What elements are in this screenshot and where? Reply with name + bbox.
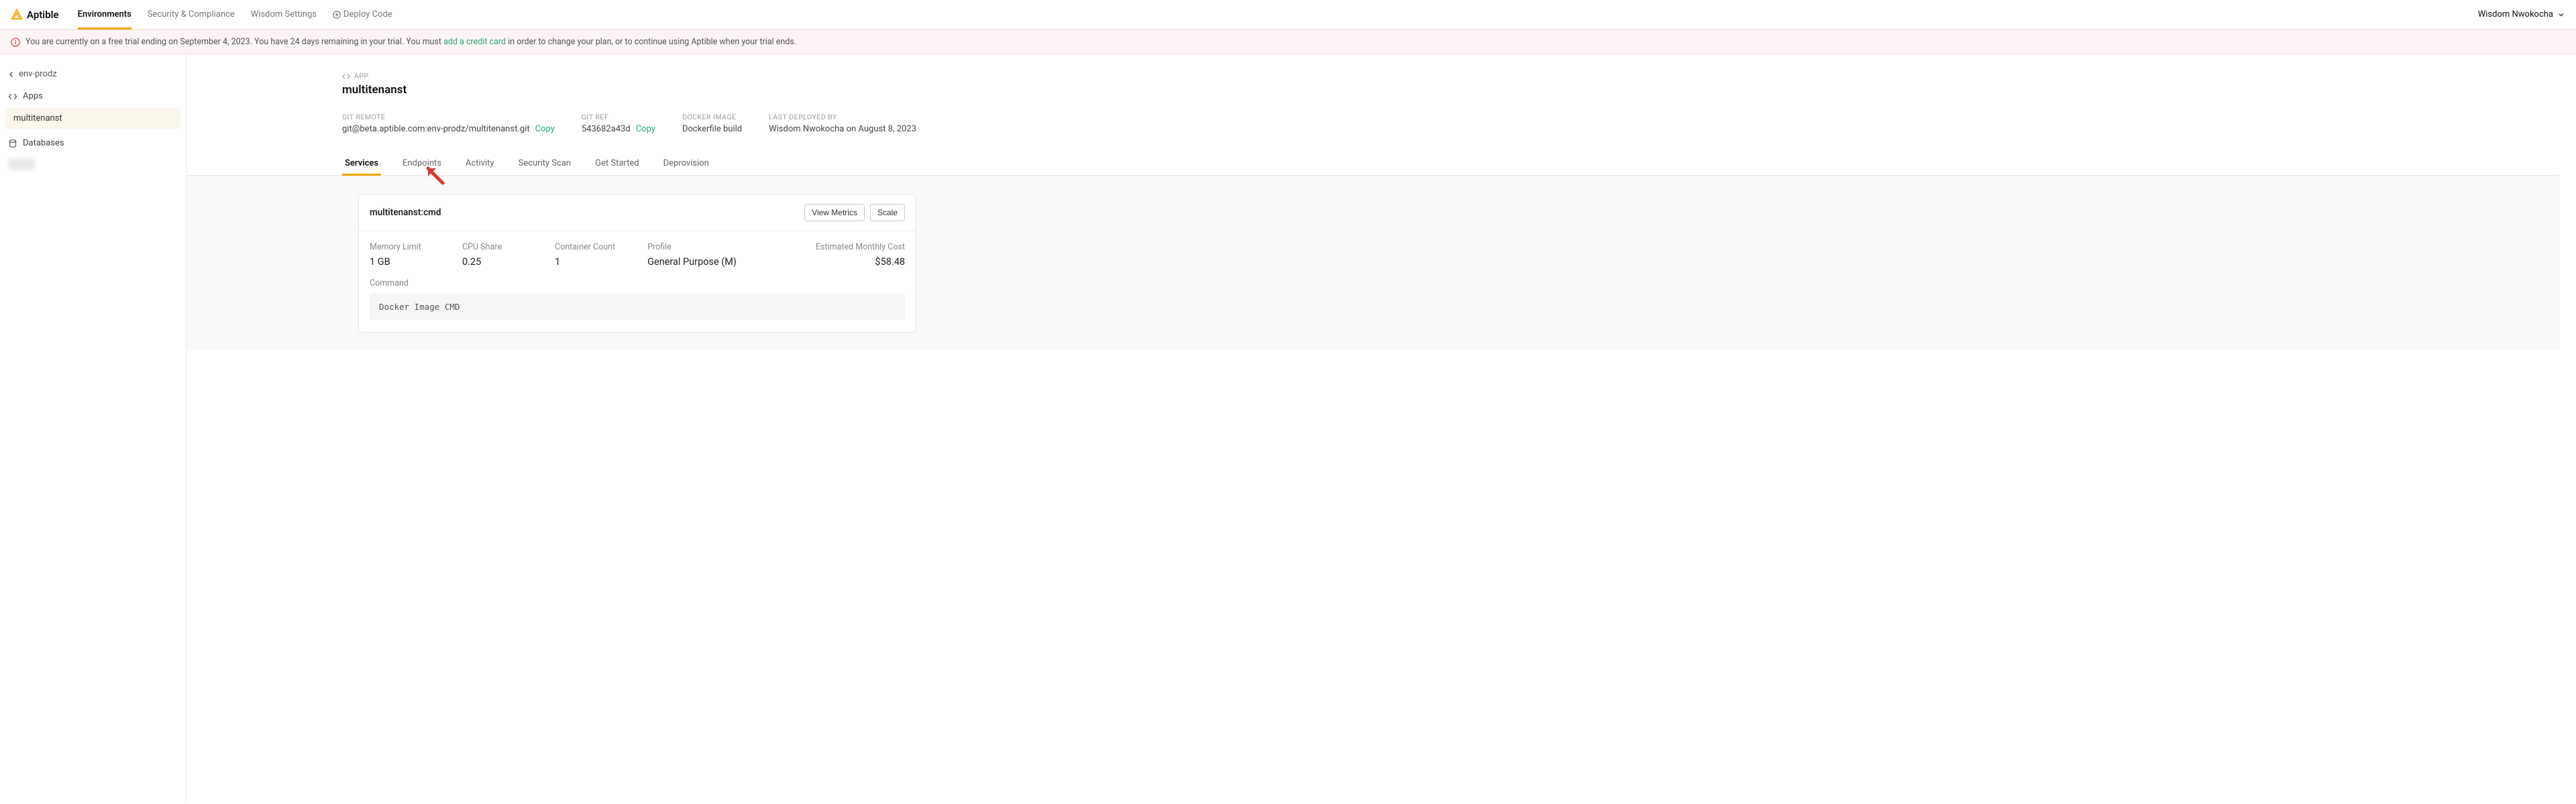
page-title: multitenanst — [342, 83, 2560, 97]
meta-last-deployed: LAST DEPLOYED BY Wisdom Nwokocha on Augu… — [769, 113, 916, 134]
stat-cpu-share: CPU Share 0.25 — [462, 242, 523, 268]
tabs: Services Endpoints Activity Security Sca… — [186, 152, 2560, 176]
trial-banner: You are currently on a free trial ending… — [0, 30, 2576, 54]
command-value: Docker Image CMD — [370, 294, 905, 320]
scale-button[interactable]: Scale — [870, 204, 905, 221]
copy-git-remote[interactable]: Copy — [535, 124, 555, 134]
add-credit-card-link[interactable]: add a credit card — [443, 37, 506, 47]
meta-git-remote: GIT REMOTE git@beta.aptible.com:env-prod… — [342, 113, 555, 134]
service-title: multitenanst:cmd — [370, 207, 441, 218]
code-icon — [342, 72, 350, 80]
tab-deprovision[interactable]: Deprovision — [661, 152, 712, 175]
sidebar-section-databases[interactable]: Databases — [0, 130, 186, 154]
meta-docker-image: DOCKER IMAGE Dockerfile build — [682, 113, 742, 134]
sidebar-item-multitenanst[interactable]: multitenanst — [5, 108, 180, 129]
code-icon — [8, 92, 17, 101]
brand-name: Aptible — [27, 9, 59, 21]
stat-container-count: Container Count 1 — [555, 242, 615, 268]
chevron-left-icon — [8, 71, 15, 78]
nav-wisdom-settings[interactable]: Wisdom Settings — [251, 0, 317, 29]
stat-memory-limit: Memory Limit 1 GB — [370, 242, 430, 268]
nav-links: Environments Security & Compliance Wisdo… — [78, 0, 392, 29]
stat-cost: Estimated Monthly Cost $58.48 — [816, 242, 905, 268]
tab-activity[interactable]: Activity — [463, 152, 497, 175]
stat-profile: Profile General Purpose (M) — [647, 242, 737, 268]
aptible-logo-icon — [11, 9, 23, 21]
view-metrics-button[interactable]: View Metrics — [804, 204, 865, 221]
alert-icon — [11, 38, 20, 47]
copy-git-ref[interactable]: Copy — [636, 124, 655, 134]
services-pane: multitenanst:cmd View Metrics Scale Memo… — [186, 176, 2560, 350]
top-nav: Aptible Environments Security & Complian… — [0, 0, 2576, 30]
tab-get-started[interactable]: Get Started — [592, 152, 641, 175]
content: APP multitenanst GIT REMOTE git@beta.apt… — [186, 54, 2576, 803]
sidebar: env-prodz Apps multitenanst Databases — [0, 54, 186, 803]
banner-text: You are currently on a free trial ending… — [25, 37, 796, 47]
tab-security-scan[interactable]: Security Scan — [516, 152, 574, 175]
sidebar-blurred-item — [8, 159, 35, 170]
chevron-down-icon — [2557, 11, 2565, 19]
command-label: Command — [370, 278, 905, 288]
user-menu[interactable]: Wisdom Nwokocha — [2478, 9, 2565, 19]
nav-environments[interactable]: Environments — [78, 0, 131, 29]
tab-endpoints[interactable]: Endpoints — [400, 152, 444, 175]
tab-services[interactable]: Services — [342, 152, 381, 175]
sidebar-section-apps[interactable]: Apps — [0, 83, 186, 107]
sidebar-back[interactable]: env-prodz — [0, 65, 186, 83]
sidebar-back-label: env-prodz — [19, 69, 57, 79]
plus-circle-icon — [333, 11, 341, 19]
breadcrumb: APP — [342, 72, 2560, 80]
brand-logo[interactable]: Aptible — [11, 9, 59, 21]
nav-security-compliance[interactable]: Security & Compliance — [148, 0, 235, 29]
user-name: Wisdom Nwokocha — [2478, 9, 2553, 19]
database-icon — [8, 139, 17, 148]
nav-deploy-code[interactable]: Deploy Code — [333, 0, 392, 29]
meta-git-ref: GIT REF 543682a43d Copy — [582, 113, 655, 134]
service-card: multitenanst:cmd View Metrics Scale Memo… — [358, 194, 916, 333]
meta-row: GIT REMOTE git@beta.aptible.com:env-prod… — [342, 113, 2560, 134]
